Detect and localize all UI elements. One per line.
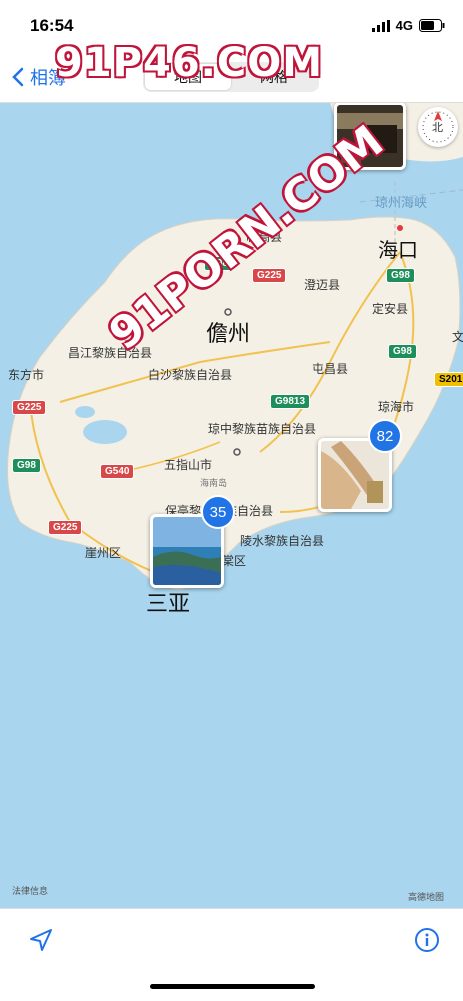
map-label-tunchang: 屯昌县 (312, 362, 349, 376)
map-label-baisha: 白沙黎族自治县 (148, 368, 233, 382)
compass-label: 北 (432, 121, 443, 134)
road-shield: S201 (434, 372, 463, 387)
road-shield: G98 (388, 344, 417, 359)
road-shield: G98 (12, 458, 41, 473)
map-label-dongfang: 东方市 (8, 368, 45, 382)
network-type: 4G (395, 18, 413, 33)
road-shield: G540 (100, 464, 135, 479)
status-time: 16:54 (30, 16, 74, 35)
legal-link[interactable]: 法律信息 (12, 884, 48, 897)
road-shield: G98 (386, 268, 415, 283)
map-label-danzhou: 儋州 (206, 322, 251, 347)
watermark-main: 91P46.COM (55, 40, 324, 86)
info-icon[interactable] (414, 927, 440, 953)
photo-count-badge: 35 (201, 495, 235, 529)
status-right: 4G (371, 18, 445, 33)
map-label-sanya: 三亚 (146, 592, 191, 617)
photo-count-badge: 82 (368, 419, 402, 453)
road-shield: G225 (252, 268, 287, 283)
map-label-wen: 文 (452, 330, 463, 344)
map-label-haikou: 海口 (378, 238, 418, 262)
map-label-hainandao: 海南岛 (200, 479, 228, 489)
map-label-yazhou: 崖州区 (85, 546, 122, 560)
signal-icon (371, 19, 390, 32)
map-label-haitang: 棠区 (222, 554, 247, 568)
map-label-lingshui: 陵水黎族自治县 (240, 534, 325, 548)
map-provider-label: 高德地图 (408, 893, 445, 903)
map-label-wuzhishan: 五指山市 (164, 458, 213, 472)
map-label-qionghai: 琼海市 (378, 400, 415, 414)
map-label-qiongzhong: 琼中黎族苗族自治县 (208, 422, 317, 436)
chevron-left-icon (12, 67, 24, 87)
map-label-dingan: 定安县 (372, 302, 409, 316)
road-shield: G9813 (270, 394, 311, 409)
road-shield: G225 (12, 400, 47, 415)
location-arrow-icon[interactable] (28, 927, 54, 953)
map-label-strait: 琼州海峡 (375, 196, 428, 211)
battery-icon (419, 19, 445, 32)
compass-button[interactable]: 北 (418, 107, 458, 147)
map-label-chengmai: 澄迈县 (304, 278, 341, 292)
road-shield: G225 (48, 520, 83, 535)
home-indicator (150, 984, 315, 989)
